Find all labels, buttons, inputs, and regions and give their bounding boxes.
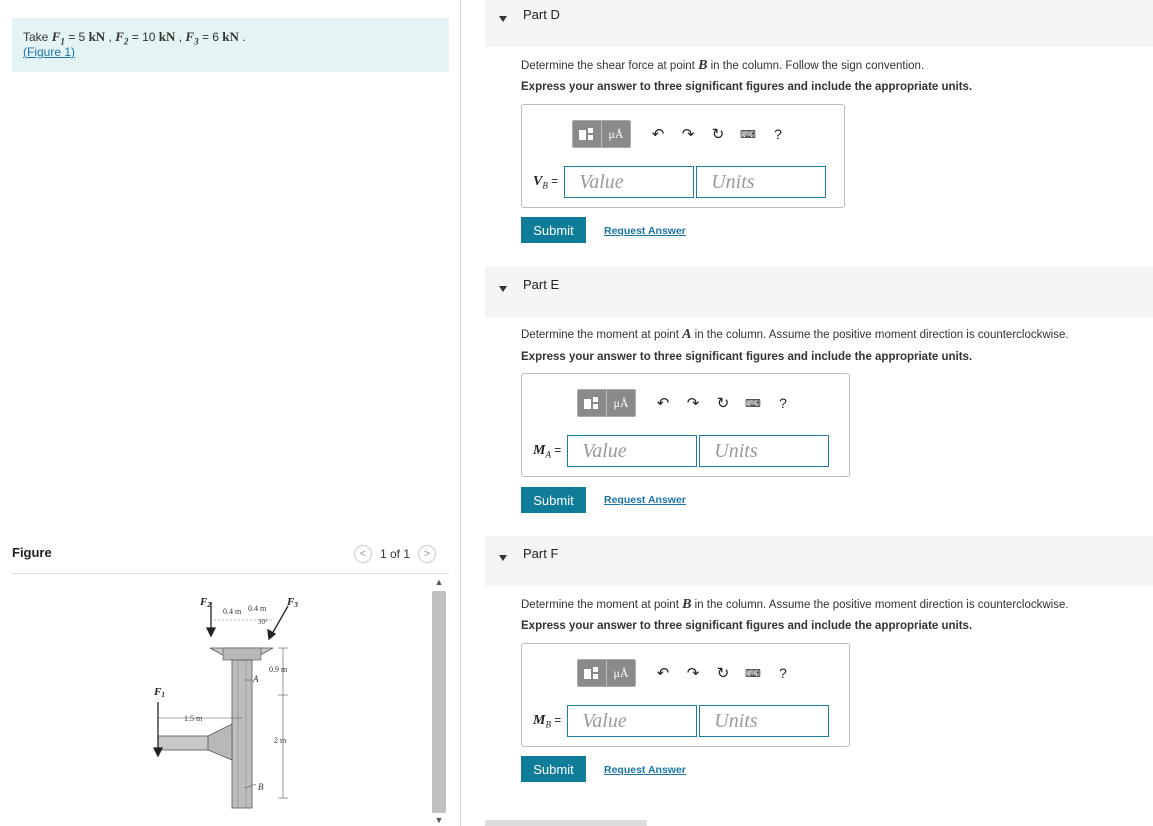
given-values-text: Take F1 = 5 kN , F2 = 10 kN , F3 = 6 kN … (23, 29, 246, 47)
collapse-triangle-icon[interactable] (499, 16, 507, 22)
undo-icon[interactable]: ↶ (643, 125, 673, 143)
reset-icon[interactable]: ↻ (703, 125, 733, 143)
value-input[interactable]: Value (567, 705, 698, 737)
part-f-title: Part F (523, 546, 559, 561)
part-f-answer-box: μÅ ↶ ↷ ↻ ⌨ ? MB = Value Units (521, 643, 850, 747)
math-toolbar: μÅ ↶ ↷ ↻ ⌨ ? (577, 388, 798, 418)
prev-figure-button[interactable]: < (354, 545, 372, 563)
reset-icon[interactable]: ↻ (708, 394, 738, 412)
units-input[interactable]: Units (699, 705, 830, 737)
units-symbol-icon[interactable]: μÅ (601, 121, 630, 147)
f3-label: F3 (286, 596, 298, 609)
part-f-submit-button[interactable]: Submit (521, 756, 586, 782)
units-input[interactable]: Units (699, 435, 830, 467)
part-d-header[interactable]: Part D (485, 0, 1153, 47)
units-symbol-icon[interactable]: μÅ (606, 390, 635, 416)
figure-pager: < 1 of 1 > (354, 544, 437, 564)
horizontal-scrollbar[interactable] (485, 820, 647, 826)
part-d-instruction: Express your answer to three significant… (521, 81, 973, 93)
column (231, 659, 253, 809)
undo-icon[interactable]: ↶ (648, 664, 678, 682)
units-symbol-icon[interactable]: μÅ (606, 660, 635, 686)
vb-label: VB = (533, 173, 559, 191)
dim-0-9: 0.9 m (269, 665, 288, 674)
ma-label: MA = (533, 442, 562, 460)
point-b-label: B (258, 782, 264, 792)
redo-icon[interactable]: ↷ (678, 394, 708, 412)
units-input[interactable]: Units (696, 166, 827, 198)
part-d-submit-button[interactable]: Submit (521, 217, 586, 243)
template-icon[interactable] (578, 390, 606, 416)
part-d-title: Part D (523, 7, 560, 22)
scroll-down-icon[interactable]: ▼ (434, 815, 444, 825)
dim-2: 2 m (274, 736, 287, 745)
part-e-instruction: Express your answer to three significant… (521, 351, 973, 363)
undo-icon[interactable]: ↶ (648, 394, 678, 412)
keyboard-icon[interactable]: ⌨ (733, 128, 763, 141)
f2-label: F2 (199, 596, 211, 609)
part-e-request-answer-link[interactable]: Request Answer (604, 494, 686, 506)
part-e-submit-button[interactable]: Submit (521, 487, 586, 513)
f1-label: F1 (153, 686, 165, 699)
part-e-answer-box: μÅ ↶ ↷ ↻ ⌨ ? MA = Value Units (521, 373, 850, 477)
figure-scrollbar[interactable]: ▲ ▼ (430, 577, 448, 826)
keyboard-icon[interactable]: ⌨ (738, 397, 768, 410)
part-e-question: Determine the moment at point A in the c… (521, 327, 1069, 342)
scrollbar-thumb[interactable] (432, 591, 446, 813)
point-a-label: A (252, 674, 259, 684)
part-f-question: Determine the moment at point B in the c… (521, 597, 1069, 612)
redo-icon[interactable]: ↷ (678, 664, 708, 682)
figure-link[interactable]: (Figure 1) (23, 45, 75, 59)
value-input[interactable]: Value (564, 166, 695, 198)
dim-0-4-right: 0.4 m (248, 604, 267, 613)
part-d-request-answer-link[interactable]: Request Answer (604, 225, 686, 237)
dim-1-5: 1.5 m (184, 714, 203, 723)
column-figure: F2 0.4 m 0.4 m 30° F3 A B 0.9 m 2 m F1 1… (152, 596, 298, 809)
help-icon[interactable]: ? (768, 665, 798, 681)
part-e-title: Part E (523, 277, 560, 292)
part-e-header[interactable]: Part E (485, 267, 1153, 317)
collapse-triangle-icon[interactable] (499, 286, 507, 292)
collapse-triangle-icon[interactable] (499, 555, 507, 561)
part-f-instruction: Express your answer to three significant… (521, 620, 973, 632)
part-f-request-answer-link[interactable]: Request Answer (604, 764, 686, 776)
template-icon[interactable] (578, 660, 606, 686)
part-d-answer-box: μÅ ↶ ↷ ↻ ⌨ ? VB = Value Units (521, 104, 845, 208)
dim-0-4-left: 0.4 m (223, 607, 242, 616)
angle-label: 30° (258, 618, 268, 626)
given-values-box: Take F1 = 5 kN , F2 = 10 kN , F3 = 6 kN … (12, 18, 449, 72)
figure-title: Figure (12, 545, 52, 560)
f1-arrow (152, 702, 164, 758)
f3-arrow (267, 605, 289, 641)
next-figure-button[interactable]: > (418, 545, 437, 563)
figure-divider (12, 573, 449, 574)
help-icon[interactable]: ? (768, 395, 798, 411)
scroll-up-icon[interactable]: ▲ (434, 577, 444, 587)
side-bracket (207, 723, 233, 761)
redo-icon[interactable]: ↷ (673, 125, 703, 143)
part-f-header[interactable]: Part F (485, 536, 1153, 586)
template-icon[interactable] (573, 121, 601, 147)
reset-icon[interactable]: ↻ (708, 664, 738, 682)
keyboard-icon[interactable]: ⌨ (738, 667, 768, 680)
figure-page-count: 1 of 1 (380, 547, 411, 561)
help-icon[interactable]: ? (763, 126, 793, 142)
math-toolbar: μÅ ↶ ↷ ↻ ⌨ ? (577, 658, 798, 688)
mb-label: MB = (533, 712, 562, 730)
math-toolbar: μÅ ↶ ↷ ↻ ⌨ ? (572, 119, 793, 149)
value-input[interactable]: Value (567, 435, 698, 467)
panel-divider (460, 0, 461, 826)
part-d-question: Determine the shear force at point B in … (521, 58, 925, 73)
